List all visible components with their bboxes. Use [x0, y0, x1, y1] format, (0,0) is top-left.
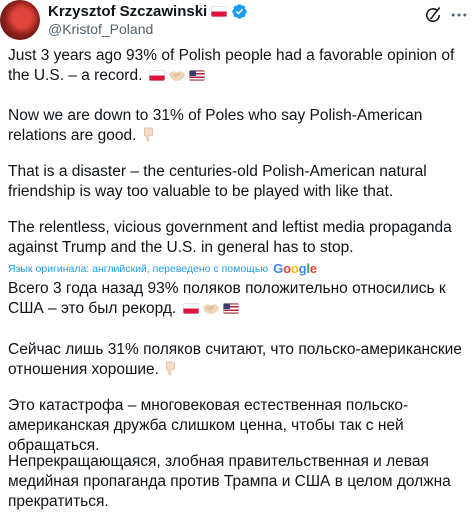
grok-icon[interactable]	[423, 5, 443, 25]
original-paragraph-3: That is a disaster – the centuries-old P…	[8, 163, 427, 200]
poland-flag-icon	[182, 303, 199, 315]
original-paragraph-2: Now we are down to 31% of Poles who say …	[8, 106, 470, 146]
translated-paragraph-4: Непрекращающаяся, злобная правительствен…	[8, 453, 451, 510]
emoji-row	[148, 69, 205, 82]
poland-flag-icon	[148, 70, 165, 82]
thumbs-down-icon	[166, 361, 176, 376]
original-text-1: Just 3 years ago 93% of Polish people ha…	[8, 47, 455, 84]
translation-notice: Язык оригинала: английский, переведено с…	[8, 261, 317, 276]
usa-flag-icon	[188, 70, 205, 82]
handle[interactable]: @Kristof_Poland	[48, 21, 153, 37]
thumbs-down-icon	[143, 127, 153, 142]
avatar[interactable]	[0, 0, 40, 40]
display-name[interactable]: Krzysztof Szczawinski	[48, 3, 207, 20]
translated-paragraph-3: Это катастрофа – многовековая естественн…	[8, 397, 409, 454]
original-text-2: Now we are down to 31% of Poles who say …	[8, 107, 423, 144]
translated-paragraph-1: Всего 3 года назад 93% поляков положител…	[8, 279, 470, 319]
original-paragraph-1: Just 3 years ago 93% of Polish people ha…	[8, 46, 470, 86]
translated-paragraph-2: Сейчас лишь 31% поляков считают, что пол…	[8, 340, 470, 380]
translated-text-2: Сейчас лишь 31% поляков считают, что пол…	[8, 341, 462, 378]
emoji-row	[182, 302, 239, 315]
tweet-header: Krzysztof Szczawinski @Kristof_Poland	[0, 0, 474, 40]
name-row: Krzysztof Szczawinski	[48, 3, 248, 20]
tweet: Krzysztof Szczawinski @Kristof_Poland Ju…	[0, 0, 474, 510]
verified-badge-icon	[232, 4, 247, 19]
translation-notice-link[interactable]: Язык оригинала: английский, переведено с…	[8, 263, 268, 275]
usa-flag-icon	[222, 303, 239, 315]
google-logo: Google	[273, 261, 317, 276]
more-options-icon[interactable]	[449, 5, 469, 25]
handshake-icon	[202, 304, 219, 315]
original-paragraph-4: The relentless, vicious government and l…	[8, 219, 452, 256]
handshake-icon	[168, 71, 185, 82]
poland-flag-icon	[211, 6, 228, 17]
